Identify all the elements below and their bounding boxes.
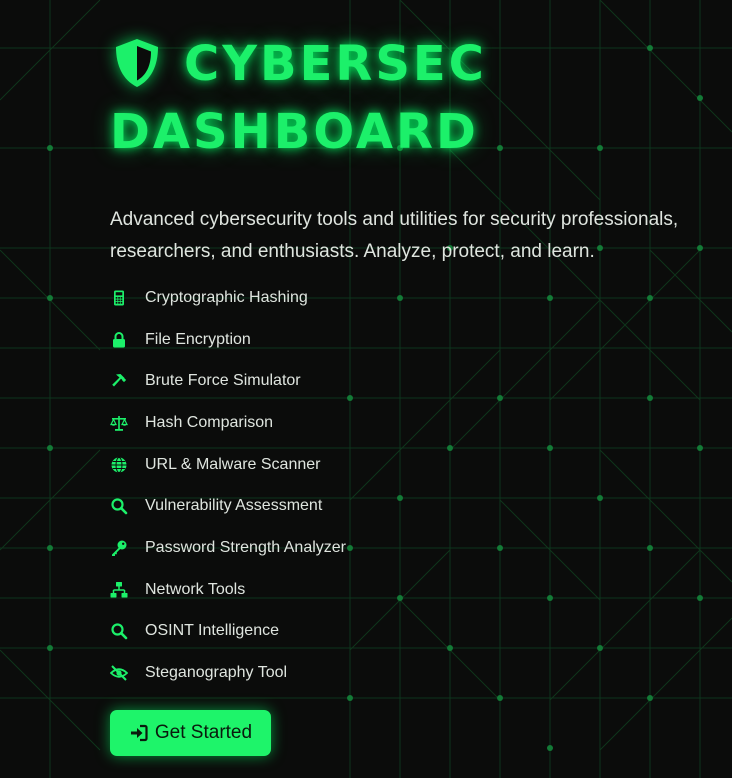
feature-item: Steganography Tool bbox=[110, 652, 346, 694]
title-line-1: CYBERSEC bbox=[184, 36, 487, 92]
feature-label: Brute Force Simulator bbox=[145, 372, 301, 390]
feature-item: Cryptographic Hashing bbox=[110, 277, 346, 319]
feature-item: URL & Malware Scanner bbox=[110, 444, 346, 486]
feature-label: File Encryption bbox=[145, 330, 251, 348]
get-started-label: Get Started bbox=[154, 722, 253, 743]
feature-item: Hash Comparison bbox=[110, 402, 346, 444]
search-icon bbox=[110, 497, 128, 515]
network-icon bbox=[110, 581, 128, 599]
feature-label: Password Strength Analyzer bbox=[145, 538, 346, 556]
feature-item: File Encryption bbox=[110, 319, 346, 361]
feature-item: Network Tools bbox=[110, 569, 346, 611]
key-icon bbox=[110, 539, 128, 557]
sign-in-icon bbox=[129, 723, 149, 743]
feature-label: Vulnerability Assessment bbox=[145, 497, 323, 515]
hero-section: CYBERSEC DASHBOARD Advanced cybersecurit… bbox=[110, 30, 720, 756]
feature-item: Vulnerability Assessment bbox=[110, 485, 346, 527]
feature-label: Steganography Tool bbox=[145, 664, 288, 682]
shield-icon bbox=[110, 36, 164, 90]
feature-list: Cryptographic Hashing File Encryption Br… bbox=[110, 277, 346, 694]
feature-label: Cryptographic Hashing bbox=[145, 288, 308, 306]
feature-item: Password Strength Analyzer bbox=[110, 527, 346, 569]
feature-label: URL & Malware Scanner bbox=[145, 455, 321, 473]
feature-label: OSINT Intelligence bbox=[145, 622, 279, 640]
hammer-icon bbox=[110, 372, 128, 390]
calculator-icon bbox=[110, 289, 128, 307]
feature-label: Network Tools bbox=[145, 580, 246, 598]
search-icon bbox=[110, 622, 128, 640]
scale-icon bbox=[110, 414, 128, 432]
title-line-2: DASHBOARD bbox=[110, 104, 479, 160]
subtitle: Advanced cybersecurity tools and utiliti… bbox=[110, 209, 679, 262]
feature-item: Brute Force Simulator bbox=[110, 360, 346, 402]
feature-item: OSINT Intelligence bbox=[110, 611, 346, 653]
feature-label: Hash Comparison bbox=[145, 413, 274, 431]
page-title: CYBERSEC DASHBOARD bbox=[110, 30, 720, 160]
get-started-button[interactable]: Get Started bbox=[110, 710, 271, 756]
eye-slash-icon bbox=[110, 664, 128, 682]
lock-icon bbox=[110, 331, 128, 349]
globe-icon bbox=[110, 456, 128, 474]
